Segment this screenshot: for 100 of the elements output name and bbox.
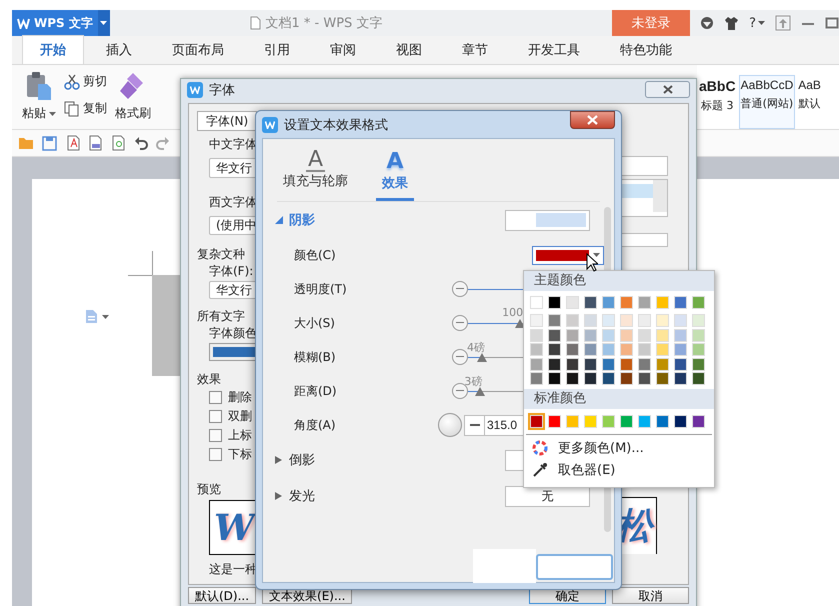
color-swatch[interactable] <box>692 415 705 428</box>
style-item[interactable]: AaB 默认 <box>796 75 823 129</box>
color-swatch[interactable] <box>584 372 597 385</box>
expander-icon[interactable] <box>275 215 283 225</box>
color-swatch[interactable] <box>674 358 687 370</box>
color-swatch[interactable] <box>548 328 561 342</box>
color-swatch[interactable] <box>638 328 651 342</box>
color-swatch[interactable] <box>692 296 705 309</box>
dialog-button[interactable]: 取消 <box>612 587 689 604</box>
save-icon[interactable] <box>42 136 57 150</box>
more-colors-item[interactable]: 更多颜色(M)... <box>524 437 714 459</box>
color-swatch[interactable] <box>530 358 543 370</box>
color-swatch[interactable] <box>656 358 669 370</box>
undo-icon[interactable] <box>134 136 148 150</box>
copy-button[interactable]: 复制 <box>83 100 107 117</box>
minus-button[interactable] <box>452 349 468 365</box>
folder-icon[interactable] <box>18 136 34 150</box>
style-item[interactable]: aBbC 标题 3 <box>697 75 738 129</box>
color-swatch[interactable] <box>566 415 579 428</box>
color-swatch[interactable] <box>530 415 543 428</box>
minus-button[interactable] <box>452 315 468 331</box>
help-button[interactable]: ? <box>749 16 765 30</box>
color-dropdown[interactable] <box>532 246 604 264</box>
cut-button[interactable]: 剪切 <box>83 73 107 90</box>
color-swatch[interactable] <box>674 328 687 342</box>
color-swatch[interactable] <box>602 314 615 327</box>
ribbon-tab[interactable]: 审阅 <box>312 35 374 64</box>
paste-options-icon[interactable] <box>85 309 98 324</box>
color-swatch[interactable] <box>548 314 561 327</box>
color-swatch[interactable] <box>566 358 579 370</box>
clipboard-icon[interactable] <box>25 71 53 101</box>
color-swatch[interactable] <box>656 343 669 356</box>
copy-icon[interactable] <box>64 100 80 116</box>
ribbon-tab[interactable]: 视图 <box>378 35 440 64</box>
slider-thumb[interactable] <box>477 352 488 362</box>
close-button[interactable] <box>645 81 690 98</box>
color-swatch[interactable] <box>620 358 633 370</box>
color-swatch[interactable] <box>566 328 579 342</box>
expander-icon[interactable] <box>275 455 283 465</box>
color-swatch[interactable] <box>530 328 543 342</box>
pdf-icon[interactable] <box>65 135 80 151</box>
color-swatch[interactable] <box>620 296 633 309</box>
color-swatch[interactable] <box>566 296 579 309</box>
app-menu-button[interactable]: WPS 文字 <box>12 10 98 36</box>
paste-button[interactable]: 粘贴 <box>22 105 46 122</box>
color-swatch[interactable] <box>692 343 705 356</box>
ribbon-tab[interactable]: 特色功能 <box>602 35 690 64</box>
color-swatch[interactable] <box>584 314 597 327</box>
format-painter-button[interactable]: 格式刷 <box>115 105 151 122</box>
color-swatch[interactable] <box>548 343 561 356</box>
color-swatch[interactable] <box>674 343 687 356</box>
color-swatch[interactable] <box>620 314 633 327</box>
dialog-tab[interactable]: 字体(N) <box>197 111 257 131</box>
color-swatch[interactable] <box>530 314 543 327</box>
print-preview-icon[interactable] <box>111 135 126 151</box>
color-swatch[interactable] <box>656 372 669 385</box>
color-swatch[interactable] <box>674 415 687 428</box>
expander-icon[interactable] <box>275 491 283 501</box>
color-swatch[interactable] <box>602 415 615 428</box>
color-swatch[interactable] <box>620 343 633 356</box>
color-swatch[interactable] <box>584 343 597 356</box>
color-swatch[interactable] <box>584 328 597 342</box>
color-swatch[interactable] <box>638 372 651 385</box>
redo-icon[interactable] <box>156 136 170 150</box>
print-icon[interactable] <box>88 135 103 151</box>
color-swatch[interactable] <box>638 343 651 356</box>
ribbon-tab[interactable]: 开发工具 <box>510 35 598 64</box>
ribbon-tab[interactable]: 章节 <box>444 35 506 64</box>
ribbon-tab[interactable]: 插入 <box>88 35 150 64</box>
checkbox[interactable] <box>209 410 222 423</box>
section-title[interactable]: 阴影 <box>289 211 315 229</box>
preset-dropdown[interactable] <box>505 210 590 230</box>
scissors-icon[interactable] <box>64 74 80 90</box>
section-title[interactable]: 倒影 <box>289 451 315 469</box>
color-swatch[interactable] <box>674 296 687 309</box>
color-swatch[interactable] <box>602 296 615 309</box>
color-swatch[interactable] <box>602 328 615 342</box>
dialog-tab[interactable]: A 效果 <box>376 149 414 201</box>
color-swatch[interactable] <box>602 372 615 385</box>
color-swatch[interactable] <box>638 358 651 370</box>
color-swatch[interactable] <box>530 343 543 356</box>
color-swatch[interactable] <box>674 314 687 327</box>
color-swatch[interactable] <box>656 328 669 342</box>
shirt-icon[interactable] <box>724 16 740 30</box>
eyedropper-item[interactable]: 取色器(E) <box>524 459 714 481</box>
ribbon-tab[interactable]: 引用 <box>246 35 308 64</box>
color-swatch[interactable] <box>620 415 633 428</box>
color-swatch[interactable] <box>566 372 579 385</box>
color-swatch[interactable] <box>692 328 705 342</box>
color-swatch[interactable] <box>530 296 543 309</box>
color-swatch[interactable] <box>692 314 705 327</box>
ribbon-tab[interactable]: 开始 <box>22 35 84 64</box>
checkbox[interactable] <box>209 429 222 442</box>
color-swatch[interactable] <box>656 314 669 327</box>
style-item[interactable]: AaBbCcD 普通(网站) <box>738 75 796 129</box>
blank-button[interactable] <box>536 554 613 580</box>
color-swatch[interactable] <box>566 314 579 327</box>
color-swatch[interactable] <box>656 296 669 309</box>
color-swatch[interactable] <box>548 296 561 309</box>
color-swatch[interactable] <box>692 372 705 385</box>
